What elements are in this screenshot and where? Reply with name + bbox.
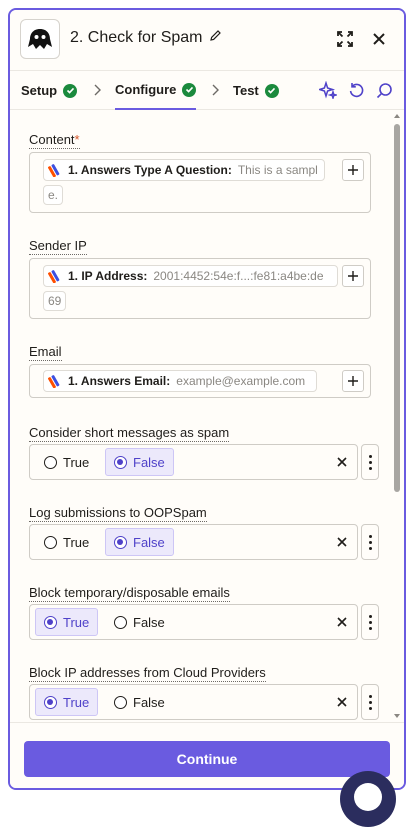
content-token[interactable]: 1. Answers Type A Question: This is a sa…: [43, 159, 325, 181]
short-messages-label: Consider short messages as spam: [29, 425, 230, 442]
tab-label: Setup: [21, 83, 58, 98]
token-value: 2001:4452:54e:f...:fe81:a4be:de: [153, 269, 324, 283]
token-overflow: e.: [43, 185, 64, 205]
radio-false[interactable]: False: [105, 448, 174, 476]
scroll-down-icon[interactable]: [393, 712, 401, 720]
check-circle-icon: [264, 83, 279, 98]
clear-icon[interactable]: [335, 535, 349, 549]
email-field[interactable]: 1. Answers Email: example@example.com: [29, 364, 371, 398]
radio-circle-icon: [114, 695, 127, 709]
tab-test[interactable]: Test: [233, 71, 279, 110]
radio-circle-icon: [114, 455, 127, 469]
add-data-button[interactable]: [342, 265, 364, 287]
radio-circle-icon: [44, 535, 57, 549]
add-data-button[interactable]: [342, 159, 364, 181]
token-name: 1. Answers Email:: [68, 374, 171, 388]
help-chat-icon[interactable]: [340, 771, 396, 827]
more-options-button[interactable]: [361, 524, 379, 560]
radio-label: False: [133, 454, 165, 470]
radio-circle-icon: [44, 615, 57, 629]
token-name: 1. IP Address:: [68, 269, 148, 283]
log-submissions-radio-group: True False: [29, 524, 358, 560]
email-token[interactable]: 1. Answers Email: example@example.com: [43, 370, 317, 392]
tab-setup[interactable]: Setup: [21, 71, 78, 110]
radio-circle-icon: [44, 455, 57, 469]
check-circle-icon: [182, 82, 197, 97]
zapier-forms-icon: [48, 164, 60, 177]
token-value: This is a sampl: [237, 163, 318, 177]
token-overflow: 69: [43, 291, 67, 311]
chevron-right-icon: [94, 84, 101, 96]
radio-true[interactable]: True: [35, 608, 99, 636]
ghost-logo-icon: [20, 19, 60, 59]
radio-label: True: [63, 534, 90, 550]
more-options-button[interactable]: [361, 684, 379, 720]
search-icon[interactable]: [374, 80, 394, 100]
zapier-forms-icon: [48, 270, 60, 283]
radio-circle-icon: [114, 535, 127, 549]
radio-false[interactable]: False: [105, 608, 174, 636]
zapier-forms-icon: [48, 375, 60, 388]
radio-true[interactable]: True: [35, 688, 99, 716]
sender-ip-label: Sender IP: [29, 238, 87, 255]
radio-circle-icon: [114, 615, 127, 629]
step-tabs: Setup Configure Test: [10, 70, 404, 110]
chevron-right-icon: [212, 84, 219, 96]
token-name: 1. Answers Type A Question:: [68, 163, 232, 177]
tab-configure[interactable]: Configure: [115, 71, 197, 110]
cloud-providers-radio-group: True False: [29, 684, 358, 720]
expand-icon[interactable]: [334, 28, 356, 50]
cloud-providers-label: Block IP addresses from Cloud Providers: [29, 665, 266, 682]
sender-ip-field[interactable]: 1. IP Address: 2001:4452:54e:f...:fe81:a…: [29, 258, 371, 319]
form-scroll-area[interactable]: Content* 1. Answers Type A Question: Thi…: [10, 110, 404, 722]
content-label-text: Content: [29, 132, 75, 147]
scroll-up-icon[interactable]: [393, 112, 401, 120]
radio-label: False: [133, 694, 165, 710]
refresh-icon[interactable]: [346, 80, 366, 100]
sender-ip-token[interactable]: 1. IP Address: 2001:4452:54e:f...:fe81:a…: [43, 265, 338, 287]
radio-true[interactable]: True: [35, 448, 98, 476]
disposable-emails-radio-group: True False: [29, 604, 358, 640]
radio-circle-icon: [44, 695, 57, 709]
radio-false[interactable]: False: [105, 688, 174, 716]
tab-label: Configure: [115, 82, 177, 97]
radio-label: True: [63, 614, 90, 630]
continue-button[interactable]: Continue: [24, 741, 390, 777]
more-options-button[interactable]: [361, 604, 379, 640]
check-circle-icon: [63, 83, 78, 98]
radio-true[interactable]: True: [35, 528, 98, 556]
radio-false[interactable]: False: [105, 528, 174, 556]
close-icon[interactable]: [368, 28, 390, 50]
scrollbar-thumb[interactable]: [394, 124, 400, 492]
scrollbar[interactable]: [392, 112, 402, 722]
clear-icon[interactable]: [335, 455, 349, 469]
log-submissions-label: Log submissions to OOPSpam: [29, 505, 207, 522]
radio-label: True: [63, 694, 90, 710]
email-label: Email: [29, 344, 62, 361]
step-editor-panel: 2. Check for Spam Setup Configure Test C…: [8, 8, 406, 790]
sparkle-icon[interactable]: [318, 80, 338, 100]
disposable-emails-label: Block temporary/disposable emails: [29, 585, 230, 602]
pencil-icon[interactable]: [209, 29, 222, 47]
panel-footer: Continue: [10, 722, 404, 788]
step-title-text: 2. Check for Spam: [70, 29, 203, 46]
content-label: Content*: [29, 132, 80, 149]
radio-label: False: [133, 614, 165, 630]
clear-icon[interactable]: [335, 695, 349, 709]
more-options-button[interactable]: [361, 444, 379, 480]
short-messages-radio-group: True False: [29, 444, 358, 480]
add-data-button[interactable]: [342, 370, 364, 392]
radio-label: True: [63, 454, 90, 470]
content-field[interactable]: 1. Answers Type A Question: This is a sa…: [29, 152, 371, 213]
panel-header: 2. Check for Spam: [10, 10, 404, 70]
required-mark: *: [74, 132, 80, 147]
clear-icon[interactable]: [335, 615, 349, 629]
radio-label: False: [133, 534, 165, 550]
token-value: example@example.com: [176, 374, 306, 388]
tab-label: Test: [233, 83, 259, 98]
step-title[interactable]: 2. Check for Spam: [70, 29, 222, 47]
